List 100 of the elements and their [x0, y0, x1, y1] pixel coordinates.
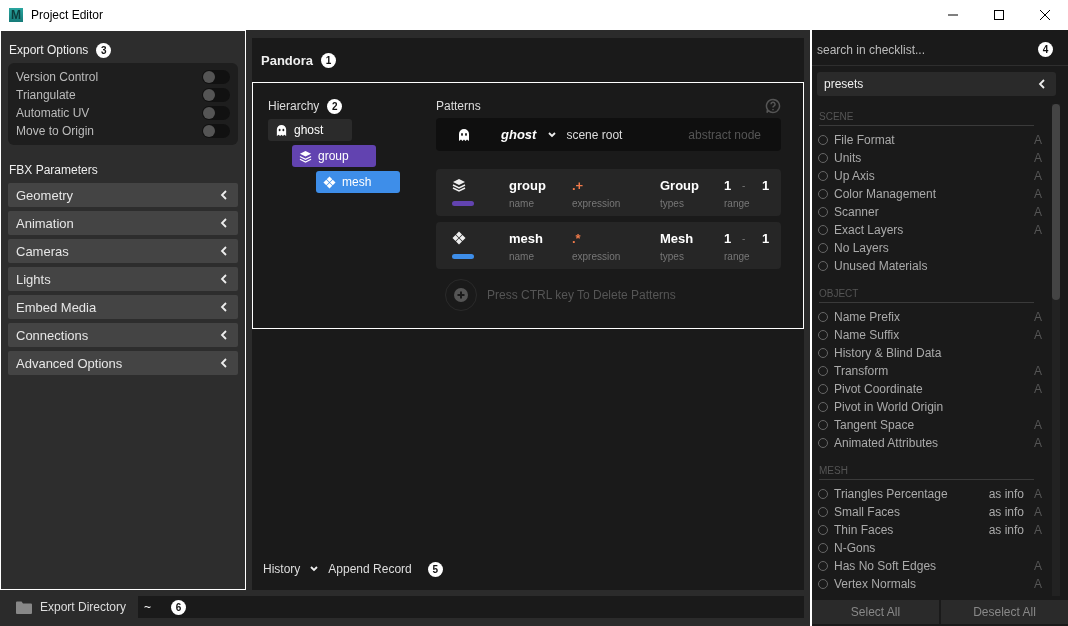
flag-letter: A: [1034, 577, 1042, 591]
directory-field[interactable]: ~: [144, 600, 151, 614]
range-separator: -: [742, 232, 747, 244]
toggle-switch[interactable]: [202, 106, 230, 120]
group-heading: SCENE: [819, 110, 854, 122]
toggle-label: Version Control: [16, 70, 99, 84]
action-button[interactable]: Select All: [812, 600, 939, 624]
accordion-header[interactable]: Advanced Options: [8, 351, 238, 375]
range-max: 1: [762, 177, 771, 193]
root-hint: abstract node: [688, 127, 761, 142]
check-label: Up Axis: [834, 169, 876, 183]
help-icon[interactable]: [765, 98, 781, 114]
check-label: N-Gons: [834, 541, 877, 555]
check-label: Exact Layers: [834, 223, 905, 237]
accordion-header[interactable]: Connections: [8, 323, 238, 347]
section-title: Export Options: [9, 43, 89, 57]
group-heading: OBJECT: [819, 287, 859, 299]
toggle-label: Automatic UV: [16, 106, 90, 120]
pattern-type: Mesh: [660, 230, 695, 246]
check-label: Name Suffix: [834, 328, 901, 342]
flag-letter: A: [1034, 151, 1042, 165]
ghost-icon: [275, 123, 288, 137]
action-button[interactable]: Deselect All: [941, 600, 1068, 624]
check-label: Units: [834, 151, 863, 165]
check-label: Pivot Coordinate: [834, 382, 924, 396]
chevron-left-icon: [220, 274, 228, 284]
range-min: 1: [724, 230, 733, 246]
check-label: Scanner: [834, 205, 880, 219]
toggle-switch[interactable]: [202, 70, 230, 84]
toggle-label: Move to Origin: [16, 124, 95, 138]
check-label: Color Management: [834, 187, 938, 201]
scrollbar-thumb[interactable]: [1052, 104, 1060, 300]
toggle-label: Triangulate: [16, 88, 76, 102]
layers-icon: [452, 178, 466, 192]
diamond-tiles-icon: [452, 231, 466, 245]
range-min: 1: [724, 177, 733, 193]
toggle-switch[interactable]: [202, 88, 230, 102]
tree-node[interactable]: ghost: [268, 119, 352, 141]
check-label: Triangles Percentage: [834, 487, 949, 501]
field-caption: name: [509, 197, 535, 209]
section-title: Patterns: [436, 99, 481, 113]
chevron-left-icon: [220, 302, 228, 312]
tree-node[interactable]: group: [292, 145, 376, 167]
chevron-down-icon: [310, 564, 319, 574]
flag-letter: A: [1034, 487, 1042, 501]
number-badge: 3: [96, 42, 112, 58]
flag-letter: A: [1034, 559, 1042, 573]
check-note: as info: [988, 523, 1024, 537]
history-action: Append Record: [328, 562, 412, 576]
app-logo: M: [9, 8, 23, 22]
root-label: scene root: [566, 127, 623, 142]
check-label: Unused Materials: [834, 259, 929, 273]
check-label: Thin Faces: [834, 523, 895, 537]
accordion-header[interactable]: Embed Media: [8, 295, 238, 319]
diamond-tiles-icon: [323, 175, 336, 189]
pattern-expression: .*: [572, 230, 582, 246]
toggle-switch[interactable]: [202, 124, 230, 138]
history-dropdown[interactable]: [310, 564, 319, 574]
check-label: Transform: [834, 364, 890, 378]
flag-letter: A: [1034, 382, 1042, 396]
check-label: Tangent Space: [834, 418, 916, 432]
accordion-header[interactable]: Lights: [8, 267, 238, 291]
section-title: Hierarchy: [268, 99, 320, 113]
check-label: Name Prefix: [834, 310, 902, 324]
search-field[interactable]: search in checklist...: [817, 42, 1030, 57]
pattern-type: Group: [660, 177, 700, 193]
number-badge: 6: [171, 599, 186, 615]
range-max: 1: [762, 230, 771, 246]
field-caption: expression: [572, 250, 622, 262]
check-label: Animated Attributes: [834, 436, 940, 450]
flag-letter: A: [1034, 364, 1042, 378]
accordion-header[interactable]: Cameras: [8, 239, 238, 263]
flag-letter: A: [1034, 505, 1042, 519]
root-name: ghost: [501, 127, 537, 142]
check-note: as info: [988, 487, 1024, 501]
pattern-card[interactable]: group .+ Group 1 - 1 name expression types range: [436, 169, 781, 216]
accordion-header[interactable]: Geometry: [8, 183, 238, 207]
pattern-name: group: [509, 177, 547, 193]
check-label: No Layers: [834, 241, 890, 255]
field-caption: name: [509, 250, 535, 262]
flag-letter: A: [1034, 436, 1042, 450]
flag-letter: A: [1034, 523, 1042, 537]
chevron-left-icon: [220, 330, 228, 340]
accordion-header[interactable]: Animation: [8, 211, 238, 235]
field-caption: types: [660, 250, 685, 262]
section-title: FBX Parameters: [9, 163, 98, 177]
chevron-left-icon: [220, 358, 228, 368]
pattern-card[interactable]: mesh .* Mesh 1 - 1 name expression types range: [436, 222, 781, 269]
field-caption: range: [724, 197, 751, 209]
check-label: History & Blind Data: [834, 346, 943, 360]
chevron-left-icon: [220, 246, 228, 256]
flag-letter: A: [1034, 328, 1042, 342]
maximize-icon[interactable]: [994, 10, 1004, 20]
number-badge: 2: [327, 98, 343, 114]
flag-letter: A: [1034, 169, 1042, 183]
presets-dropdown[interactable]: presets: [817, 72, 1056, 96]
check-label: Has No Soft Edges: [834, 559, 938, 573]
close-icon[interactable]: [1040, 10, 1050, 20]
check-label: Vertex Normals: [834, 577, 918, 591]
chevron-left-icon: [220, 190, 228, 200]
